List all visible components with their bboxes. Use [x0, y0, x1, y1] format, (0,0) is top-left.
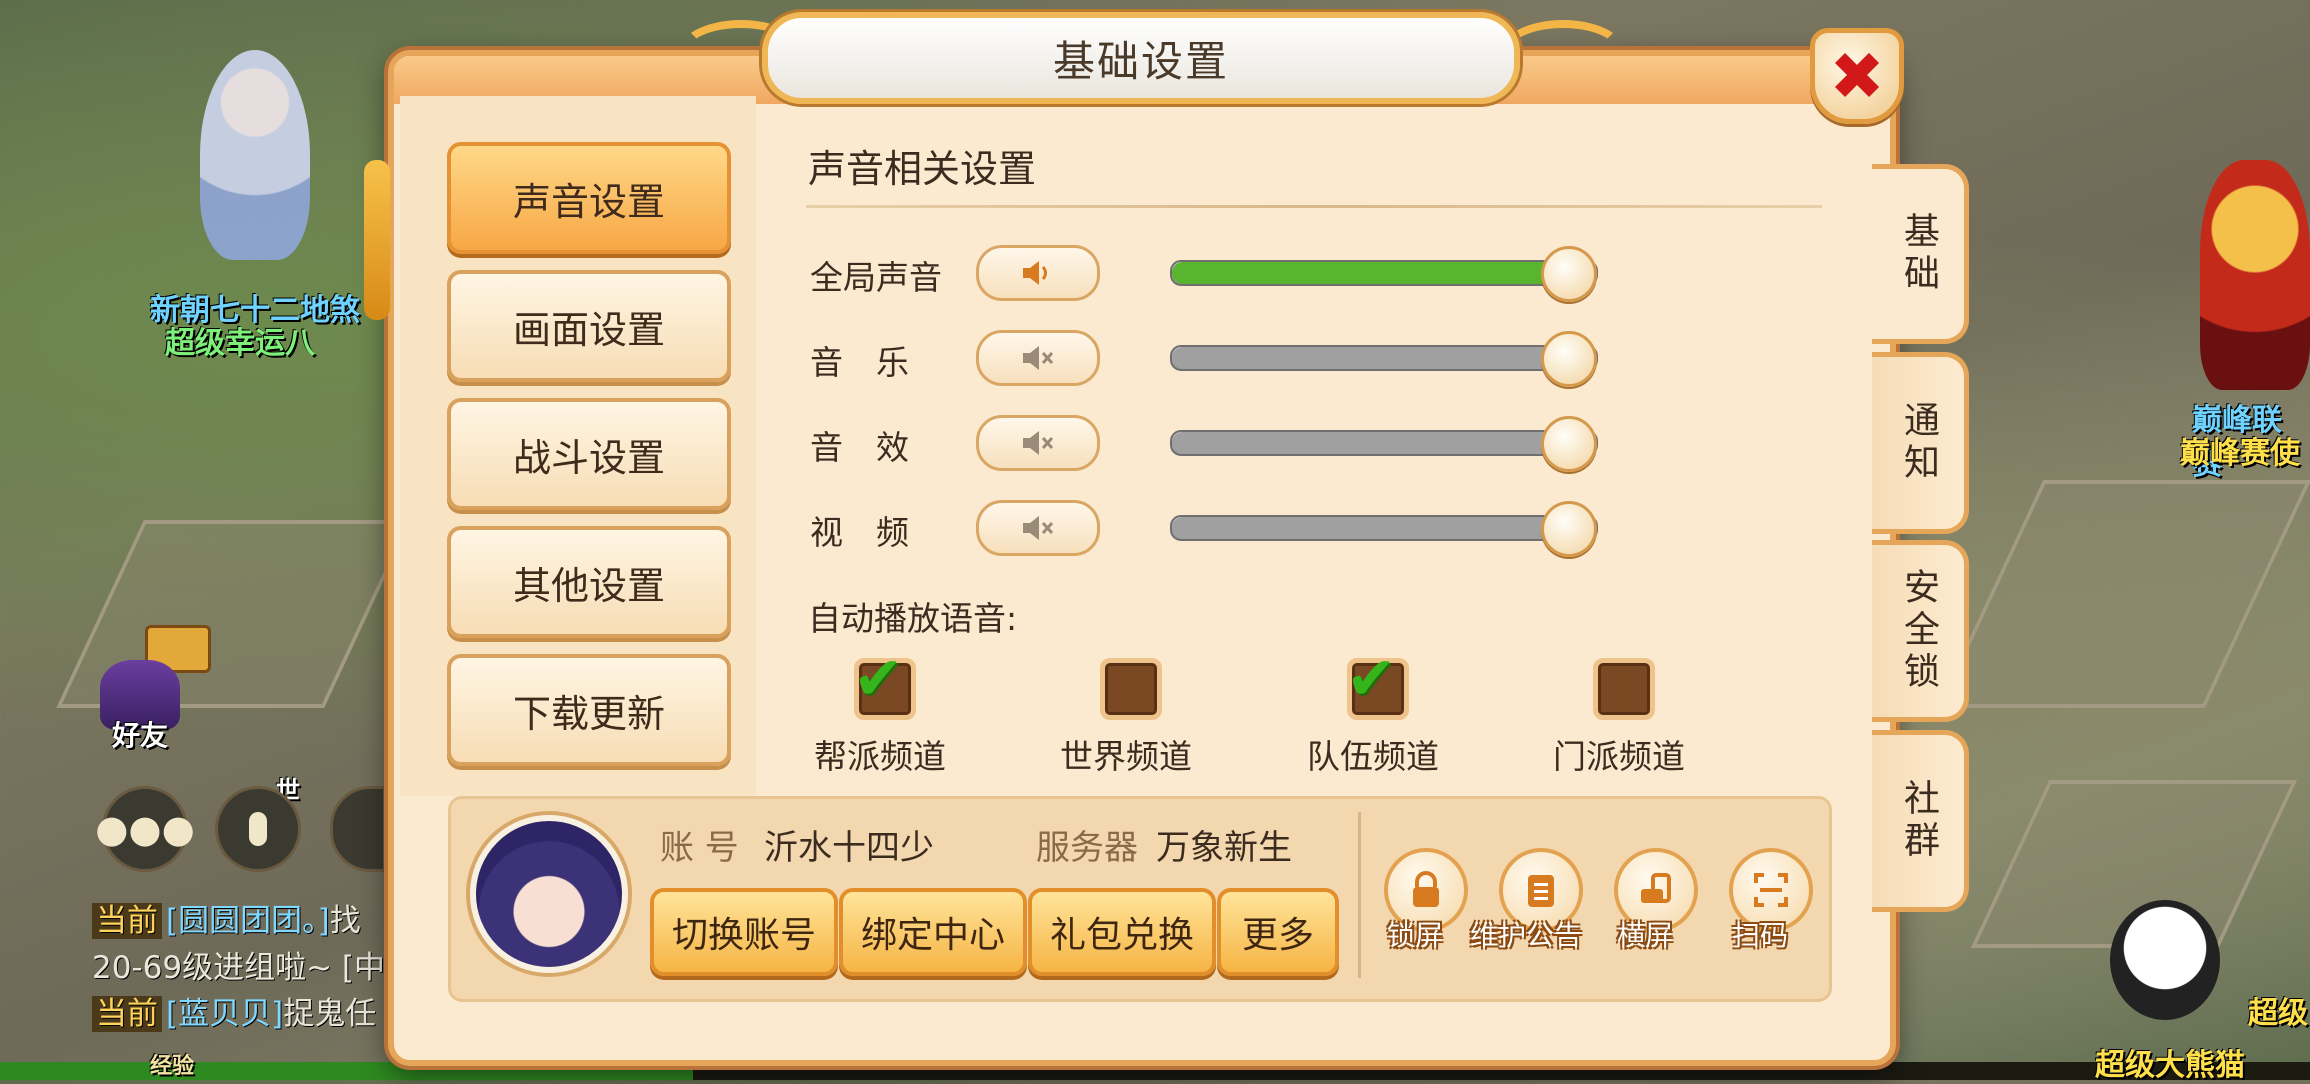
world-channel-checkbox[interactable]: ✔: [1100, 658, 1162, 720]
close-icon: ✖: [1829, 37, 1885, 115]
slider-knob[interactable]: [1541, 501, 1598, 557]
account-name: 沂水十四少: [764, 828, 934, 868]
slider-knob[interactable]: [1541, 246, 1598, 302]
tab-security-lock[interactable]: 安全锁: [1872, 540, 1969, 722]
rotate-screen-icon: [1641, 873, 1671, 903]
account-bar-divider: [1358, 812, 1361, 978]
maintenance-notice-label: 维护公告: [1470, 919, 1583, 952]
slider-fill: [1172, 347, 1567, 369]
player-title-label: 超级幸运八: [165, 326, 315, 361]
gift-redeem-button[interactable]: 礼包兑换: [1028, 888, 1216, 976]
nav-other-settings[interactable]: 其他设置: [447, 526, 731, 638]
pet-name-label: 超级大熊猫: [2095, 1048, 2245, 1083]
friends-label[interactable]: 好友: [112, 714, 168, 754]
server-name: 万象新生: [1156, 828, 1292, 868]
speaker-muted-icon: [1023, 431, 1054, 455]
video-toggle[interactable]: [976, 500, 1100, 556]
nav-sound-settings[interactable]: 声音设置: [447, 142, 731, 254]
sound-effects-slider[interactable]: [1170, 416, 1598, 472]
guild-channel-checkbox[interactable]: ✔: [853, 649, 916, 720]
bg-floor-tile: [1936, 480, 2310, 708]
chat-bubble-button[interactable]: ●●●: [95, 786, 195, 872]
more-button[interactable]: 更多: [1217, 888, 1339, 976]
account-label: 账 号: [660, 828, 739, 868]
chat-icon: ●●●: [95, 807, 195, 851]
scan-code-icon: [1754, 873, 1788, 907]
landscape-label: 横屏: [1617, 919, 1674, 952]
music-toggle[interactable]: [976, 330, 1100, 386]
slider-fill: [1172, 262, 1567, 284]
chat-line[interactable]: 当前 [蓝贝贝]捉鬼任: [92, 988, 376, 1033]
player-character: [200, 50, 310, 260]
dialog-title: 基础设置: [762, 12, 1520, 104]
binding-center-button[interactable]: 绑定中心: [839, 888, 1027, 976]
team-channel-label: 队伍频道: [1307, 737, 1439, 776]
speaker-muted-icon: [1023, 346, 1054, 370]
close-button[interactable]: ✖: [1810, 28, 1904, 124]
slider-fill: [1172, 517, 1567, 539]
server-label: 服务器: [1036, 828, 1138, 868]
npc-name-label: 巅峰赛使: [2180, 436, 2300, 471]
npc-character: [2200, 160, 2310, 390]
section-divider: [806, 205, 1822, 208]
scan-code-label: 扫码: [1732, 919, 1789, 952]
avatar[interactable]: [470, 815, 628, 973]
video-label: 视 频: [810, 513, 909, 552]
sect-channel-label: 门派频道: [1553, 737, 1685, 776]
auto-play-voice-label: 自动播放语音:: [808, 599, 1018, 638]
sound-effects-label: 音 效: [810, 428, 909, 467]
chat-line[interactable]: 20-69级进组啦~ [中: [92, 942, 385, 987]
guild-channel-label: 帮派频道: [814, 737, 946, 776]
nav-download-update[interactable]: 下载更新: [447, 654, 731, 766]
slider-fill: [1172, 432, 1567, 454]
tab-notifications[interactable]: 通知: [1872, 352, 1969, 534]
voice-button[interactable]: [215, 786, 301, 872]
music-label: 音 乐: [810, 343, 909, 382]
chat-line[interactable]: 当前 [圆圆团团。]找: [92, 895, 361, 940]
global-sound-toggle[interactable]: [976, 245, 1100, 301]
lock-screen-label: 锁屏: [1387, 919, 1444, 952]
world-channel-label: 世界频道: [1060, 737, 1192, 776]
tab-basic[interactable]: 基础: [1872, 164, 1969, 344]
global-sound-label: 全局声音: [810, 258, 942, 297]
exp-label: 经验: [150, 1054, 195, 1079]
nav-battle-settings[interactable]: 战斗设置: [447, 398, 731, 510]
panda-pet: [2110, 900, 2220, 1020]
voice-button[interactable]: [330, 786, 386, 872]
team-channel-checkbox[interactable]: ✔: [1346, 649, 1409, 720]
switch-account-button[interactable]: 切换账号: [650, 888, 838, 976]
speaker-muted-icon: [1023, 516, 1054, 540]
nav-display-settings[interactable]: 画面设置: [447, 270, 731, 382]
video-slider[interactable]: [1170, 501, 1598, 557]
sect-channel-checkbox[interactable]: ✔: [1593, 658, 1655, 720]
section-title: 声音相关设置: [808, 147, 1037, 191]
microphone-icon: [249, 812, 267, 846]
global-sound-slider[interactable]: [1170, 246, 1598, 302]
lock-icon: [1413, 871, 1439, 907]
check-icon: ✔: [853, 644, 904, 714]
tassel-ornament: [364, 160, 390, 320]
notice-board-icon: [1528, 875, 1554, 907]
music-slider[interactable]: [1170, 331, 1598, 387]
tab-community[interactable]: 社群: [1872, 730, 1969, 912]
sound-effects-toggle[interactable]: [976, 415, 1100, 471]
slider-knob[interactable]: [1541, 331, 1598, 387]
pet-owner-label: 超级: [2248, 996, 2308, 1031]
speaker-on-icon: [1023, 261, 1047, 285]
slider-knob[interactable]: [1541, 416, 1598, 472]
check-icon: ✔: [1346, 644, 1397, 714]
